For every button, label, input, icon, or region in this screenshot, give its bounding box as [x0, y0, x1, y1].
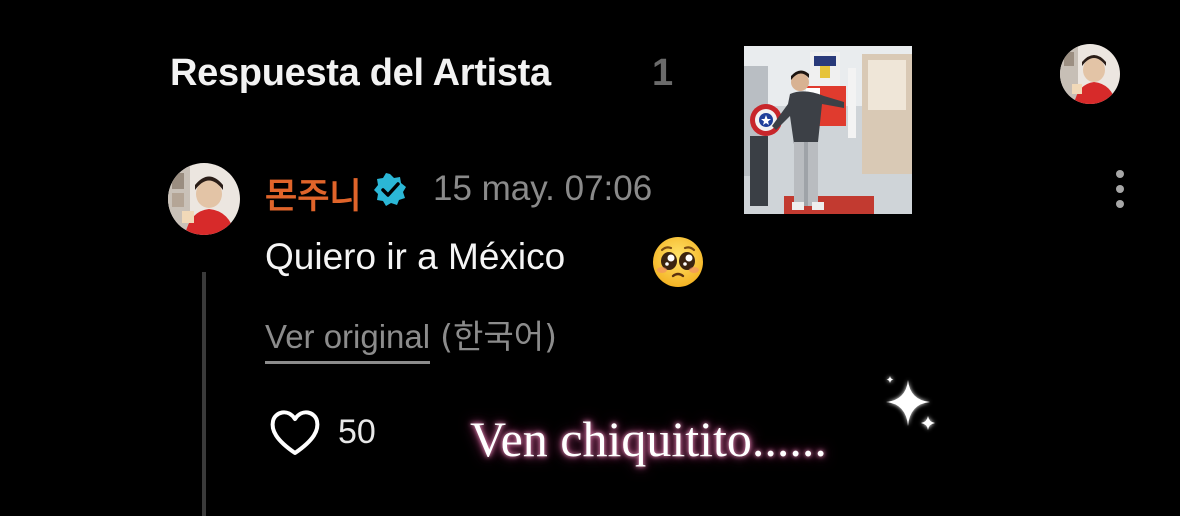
- author-avatar[interactable]: [168, 163, 240, 235]
- photo-sticker: [744, 46, 912, 214]
- pleading-face-icon: [652, 236, 704, 288]
- user-avatar[interactable]: [1060, 44, 1120, 104]
- thread-line: [202, 272, 206, 516]
- heart-icon[interactable]: [268, 406, 322, 458]
- page-title: Respuesta del Artista: [170, 52, 551, 94]
- see-original-label[interactable]: Ver original: [265, 318, 431, 364]
- see-original-link[interactable]: Ver original (한국어): [265, 310, 557, 364]
- like-count: 50: [338, 413, 376, 451]
- comment-timestamp: 15 may. 07:06: [433, 169, 653, 208]
- author-name[interactable]: 몬주니: [265, 168, 362, 219]
- comment-text: Quiero ir a México: [265, 236, 566, 277]
- overlay-caption: Ven chiquitito......: [470, 411, 827, 467]
- original-language: (한국어): [440, 317, 557, 356]
- sparkle-icon: [878, 372, 944, 438]
- reply-count: 1: [652, 52, 674, 94]
- verified-badge-icon: [372, 172, 408, 208]
- more-options-icon[interactable]: [1106, 166, 1134, 212]
